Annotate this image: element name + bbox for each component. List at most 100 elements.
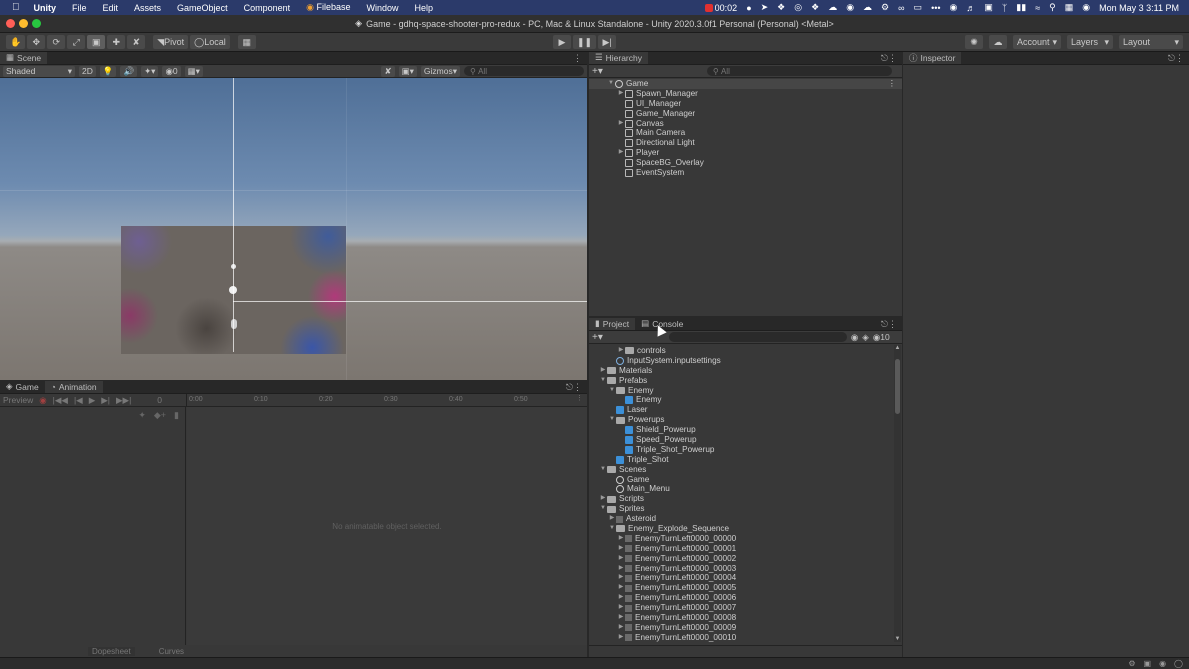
panel-menu-icon[interactable]: ⋮	[888, 319, 897, 330]
pause-button[interactable]: ❚❚	[573, 35, 597, 49]
status-icon-5[interactable]: ◉	[846, 2, 854, 13]
pivot-toggle[interactable]: ◥ Pivot	[153, 35, 189, 49]
timeline-area[interactable]: No animatable object selected.	[187, 407, 587, 645]
project-item[interactable]: Triple_Shot_Powerup	[589, 445, 902, 455]
project-item[interactable]: Speed_Powerup	[589, 435, 902, 445]
expand-arrow-icon[interactable]: ▶	[599, 494, 607, 504]
cloud-button[interactable]: ☁	[989, 35, 1007, 49]
cache-server-icon[interactable]: ▣	[1144, 659, 1152, 668]
menu-filebase[interactable]: ◉ Filebase	[298, 2, 358, 13]
play-animation-button[interactable]: ▶	[89, 395, 96, 406]
project-item[interactable]: ▶ EnemyTurnLeft0000_00006	[589, 593, 902, 603]
bluetooth-icon[interactable]: ᛉ	[1002, 3, 1007, 13]
screen-record-icon[interactable]: ◉	[950, 2, 958, 13]
debug-mode-icon[interactable]: ◉	[1159, 659, 1166, 668]
glasses-icon[interactable]: ∞	[898, 3, 904, 13]
status-icon-4[interactable]: ◎	[794, 2, 802, 13]
project-search-input[interactable]	[668, 332, 847, 342]
menu-edit[interactable]: Edit	[95, 3, 127, 13]
hierarchy-item[interactable]: SpaceBG_Overlay	[589, 158, 902, 168]
move-tool-button[interactable]: ✥	[27, 35, 46, 49]
expand-arrow-icon[interactable]: ▶	[617, 534, 625, 544]
project-item[interactable]: InputSystem.inputsettings	[589, 356, 902, 366]
status-icon-2[interactable]: ➤	[761, 2, 769, 13]
expand-arrow-icon[interactable]: ▶	[608, 514, 616, 524]
collapse-arrow-icon[interactable]: ▼	[599, 504, 607, 514]
search-by-label-icon[interactable]: ◈	[862, 332, 869, 343]
collab-button[interactable]: ✺	[965, 35, 983, 49]
expand-arrow-icon[interactable]: ▶	[617, 148, 625, 158]
menu-help[interactable]: Help	[407, 3, 442, 13]
hidden-objects-toggle[interactable]: ◉ 0	[162, 65, 181, 77]
timeline-ruler[interactable]: 0:00 0:10 0:20 0:30 0:40 0:50 ⋮	[186, 393, 587, 407]
custom-tool-button[interactable]: ✘	[127, 35, 146, 49]
expand-arrow-icon[interactable]: ▶	[617, 89, 625, 99]
scene-menu-icon[interactable]: ⋮	[888, 79, 896, 89]
frame-field[interactable]: 0	[157, 395, 162, 405]
panel-menu-icon[interactable]: ⋮	[1175, 53, 1184, 64]
laser-sprite[interactable]	[231, 319, 237, 329]
collapse-arrow-icon[interactable]: ▼	[599, 376, 607, 386]
project-item[interactable]: ▼ Powerups	[589, 415, 902, 425]
project-item[interactable]: Game	[589, 475, 902, 485]
status-icon-3[interactable]: ❖	[777, 2, 785, 13]
zoom-window-button[interactable]	[32, 19, 41, 28]
cloud-upload-icon[interactable]: ☁	[828, 2, 837, 13]
auto-generate-lighting-icon[interactable]: ⚙	[1128, 659, 1135, 668]
gizmos-dropdown[interactable]: Gizmos ▾	[420, 65, 460, 77]
volume-icon[interactable]: ♬	[966, 3, 975, 13]
tab-project[interactable]: ▮ Project	[589, 318, 636, 330]
hierarchy-item[interactable]: Main Camera	[589, 128, 902, 138]
expand-arrow-icon[interactable]: ▶	[617, 613, 625, 623]
hierarchy-item[interactable]: ▶ Canvas	[589, 119, 902, 129]
audio-toggle[interactable]: 🔊	[120, 65, 138, 77]
project-item[interactable]: ▶ EnemyTurnLeft0000_00004	[589, 573, 902, 583]
tab-scene[interactable]: ▦ Scene	[0, 52, 48, 64]
expand-arrow-icon[interactable]: ▶	[617, 623, 625, 633]
lock-icon[interactable]: ⎋	[881, 319, 888, 330]
project-item[interactable]: ▼ Scenes	[589, 465, 902, 475]
hierarchy-item[interactable]: Game_Manager	[589, 109, 902, 119]
expand-arrow-icon[interactable]: ▶	[617, 583, 625, 593]
more-icon[interactable]: •••	[931, 3, 940, 13]
project-item[interactable]: ▶ EnemyTurnLeft0000_00007	[589, 603, 902, 613]
add-keyframe-icon[interactable]: ◆+	[154, 410, 166, 421]
scale-tool-button[interactable]: ⤢	[67, 35, 86, 49]
spotlight-search-icon[interactable]: ⚲	[1049, 2, 1056, 13]
project-item[interactable]: ▶ EnemyTurnLeft0000_00000	[589, 534, 902, 544]
project-item[interactable]: ▶ Scripts	[589, 494, 902, 504]
recording-indicator[interactable]: 00:02	[704, 3, 737, 13]
timeline-menu-icon[interactable]: ⋮	[576, 394, 583, 402]
lock-icon[interactable]: ⎋	[1168, 53, 1175, 64]
record-button[interactable]: ◉	[39, 395, 46, 406]
project-item[interactable]: ▶ EnemyTurnLeft0000_00001	[589, 544, 902, 554]
cloud-icon[interactable]: ☁	[863, 2, 872, 13]
create-dropdown[interactable]: +▾	[592, 66, 603, 77]
prev-keyframe-button[interactable]: |◀	[74, 395, 83, 406]
expand-arrow-icon[interactable]: ▶	[617, 119, 625, 129]
step-button[interactable]: ▶|	[598, 35, 617, 49]
expand-arrow-icon[interactable]: ▶	[617, 633, 625, 643]
hierarchy-item[interactable]: ▶ Spawn_Manager	[589, 89, 902, 99]
2d-toggle[interactable]: 2D	[79, 65, 96, 77]
dropbox-icon[interactable]: ❖	[811, 2, 819, 13]
project-item[interactable]: ▼ Enemy	[589, 386, 902, 396]
hierarchy-item[interactable]: UI_Manager	[589, 99, 902, 109]
menu-window[interactable]: Window	[359, 3, 407, 13]
project-item[interactable]: ▶ EnemyTurnLeft0000_00010	[589, 633, 902, 643]
expand-arrow-icon[interactable]: ▶	[617, 593, 625, 603]
shading-mode-dropdown[interactable]: Shaded ▾	[3, 65, 75, 77]
project-item[interactable]: ▶ EnemyTurnLeft0000_00009	[589, 623, 902, 633]
tab-inspector[interactable]: ⓘ Inspector	[903, 52, 962, 64]
panel-menu-icon[interactable]: ⋮	[573, 53, 582, 64]
hidden-packages-toggle[interactable]: ◉10	[873, 332, 890, 343]
lighting-toggle[interactable]: 💡	[99, 65, 117, 77]
minimize-window-button[interactable]	[19, 19, 28, 28]
lock-icon[interactable]: ⎋	[881, 53, 888, 64]
project-item[interactable]: ▶ EnemyTurnLeft0000_00008	[589, 613, 902, 623]
hierarchy-scene-root[interactable]: ▼ Game ⋮	[589, 79, 902, 89]
project-item[interactable]: Shield_Powerup	[589, 425, 902, 435]
hand-tool-button[interactable]: ✋	[6, 35, 26, 49]
menubar-clock[interactable]: Mon May 3 3:11 PM	[1099, 3, 1179, 13]
progress-icon[interactable]: ◯	[1174, 659, 1183, 668]
